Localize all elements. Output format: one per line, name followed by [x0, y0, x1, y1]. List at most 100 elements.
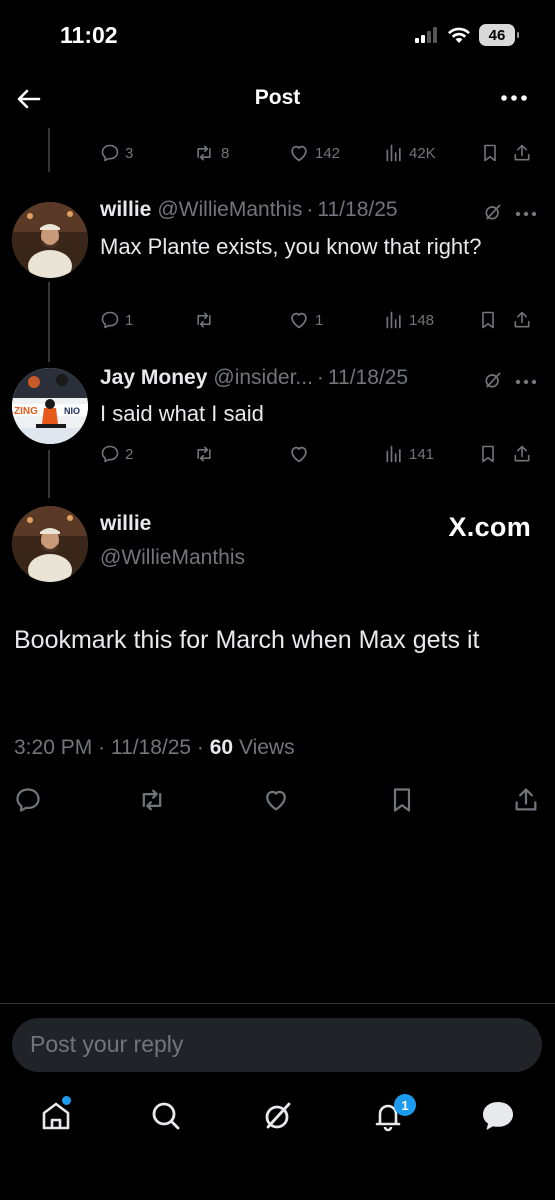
reply-text: I said what I said	[100, 401, 264, 426]
reply-header: Jay Money @insider... · 11/18/25	[100, 366, 535, 390]
share-icon	[514, 311, 530, 328]
share-button[interactable]	[512, 143, 532, 163]
grok-icon[interactable]	[483, 202, 503, 222]
like-icon	[291, 312, 307, 329]
share-icon	[514, 445, 530, 462]
reply-author-handle[interactable]: @WillieManthis	[157, 198, 302, 222]
status-icons: 46	[415, 24, 519, 46]
views-count: 42K	[409, 144, 436, 162]
bottom-nav: 1	[0, 1094, 555, 1140]
avatar[interactable]: ZING NIO	[12, 368, 88, 444]
home-notification-dot	[62, 1096, 71, 1105]
reply-author-handle[interactable]: @insider...	[213, 366, 313, 390]
bookmark-button[interactable]	[480, 143, 500, 163]
repost-button[interactable]: 8	[192, 143, 229, 163]
reply-button[interactable]: 1	[100, 310, 133, 330]
svg-text:NIO: NIO	[64, 406, 80, 416]
more-icon[interactable]	[513, 374, 539, 390]
avatar-photo: ZING NIO	[12, 368, 88, 444]
like-icon[interactable]	[262, 786, 290, 814]
more-icon	[501, 95, 527, 101]
avatar-photo	[12, 202, 88, 278]
reply-date[interactable]: 11/18/25	[328, 366, 408, 390]
views-count: 141	[409, 445, 435, 463]
like-count: 142	[315, 144, 341, 162]
svg-text:ZING: ZING	[14, 406, 38, 417]
bookmark-button[interactable]	[478, 310, 498, 330]
xcom-watermark: X.com	[448, 512, 531, 542]
repost-icon	[197, 312, 211, 328]
separator-dot: ·	[306, 198, 314, 221]
post-author-name[interactable]: willie	[100, 512, 151, 536]
post-action-bar	[0, 786, 555, 818]
reply-count: 1	[125, 311, 134, 329]
page-title: Post	[254, 86, 301, 109]
like-button[interactable]	[288, 443, 315, 465]
post-text: Bookmark this for March when Max gets it	[14, 626, 480, 654]
reply-author-name[interactable]: willie	[100, 198, 151, 222]
post-date[interactable]: 11/18/25	[111, 736, 191, 759]
post-views-label: Views	[238, 736, 295, 759]
reply-date[interactable]: 11/18/25	[317, 198, 397, 222]
repost-icon	[197, 145, 211, 161]
views-button[interactable]: 141	[384, 444, 434, 464]
views-icon	[386, 144, 401, 162]
repost-count: 8	[221, 144, 230, 162]
action-bar: 2 141	[100, 441, 535, 467]
avatar[interactable]	[12, 202, 88, 278]
repost-icon[interactable]	[136, 786, 168, 814]
reply-icon[interactable]	[14, 786, 42, 814]
wifi-icon	[448, 27, 470, 43]
avatar[interactable]	[12, 506, 88, 582]
views-button[interactable]: 42K	[384, 143, 436, 163]
thread-line	[48, 282, 50, 362]
reply-button[interactable]: 2	[100, 444, 133, 464]
separator-dot: ·	[98, 736, 111, 759]
reply-count: 2	[125, 445, 134, 463]
reply-input-placeholder: Post your reply	[30, 1031, 184, 1057]
thread-line	[48, 128, 50, 172]
like-icon	[291, 446, 307, 463]
repost-icon	[197, 446, 211, 462]
post-views-count: 60	[209, 736, 234, 759]
notifications-badge: 1	[394, 1094, 416, 1116]
share-button[interactable]	[512, 444, 532, 464]
views-button[interactable]: 148	[384, 310, 434, 330]
share-icon	[514, 144, 530, 161]
views-icon	[386, 445, 401, 463]
bookmark-icon	[484, 144, 496, 162]
status-time: 11:02	[60, 22, 118, 48]
separator-dot: ·	[316, 366, 324, 389]
action-bar: 3 8 142 42K	[100, 140, 535, 166]
more-options-button[interactable]	[499, 88, 529, 108]
views-count: 148	[409, 311, 435, 329]
grok-icon[interactable]	[258, 1096, 298, 1136]
more-icon[interactable]	[513, 206, 539, 222]
battery-indicator: 46	[479, 24, 519, 46]
post-author-handle[interactable]: @WillieManthis	[100, 546, 245, 570]
bookmark-button[interactable]	[478, 444, 498, 464]
post-time[interactable]: 3:20 PM	[14, 736, 92, 759]
reply-text: Max Plante exists, you know that right?	[100, 234, 482, 259]
repost-button[interactable]	[192, 310, 221, 330]
share-button[interactable]	[512, 310, 532, 330]
share-icon[interactable]	[512, 786, 540, 814]
bookmark-icon	[482, 311, 494, 329]
messages-icon[interactable]	[478, 1096, 518, 1136]
reply-icon	[101, 311, 119, 329]
separator-dot: ·	[196, 736, 210, 759]
repost-button[interactable]	[192, 444, 221, 464]
bookmark-icon	[482, 445, 494, 463]
like-button[interactable]: 1	[288, 309, 323, 331]
reply-header: willie @WillieManthis · 11/18/25	[100, 198, 535, 222]
grok-icon[interactable]	[483, 370, 503, 390]
search-icon[interactable]	[146, 1096, 186, 1136]
reply-author-name[interactable]: Jay Money	[100, 366, 207, 390]
bookmark-icon[interactable]	[388, 786, 416, 814]
divider	[0, 1003, 555, 1004]
reply-button[interactable]: 3	[100, 143, 133, 163]
like-button[interactable]: 142	[288, 142, 340, 164]
views-icon	[386, 311, 401, 329]
reply-count: 3	[125, 144, 134, 162]
avatar-photo	[12, 506, 88, 582]
